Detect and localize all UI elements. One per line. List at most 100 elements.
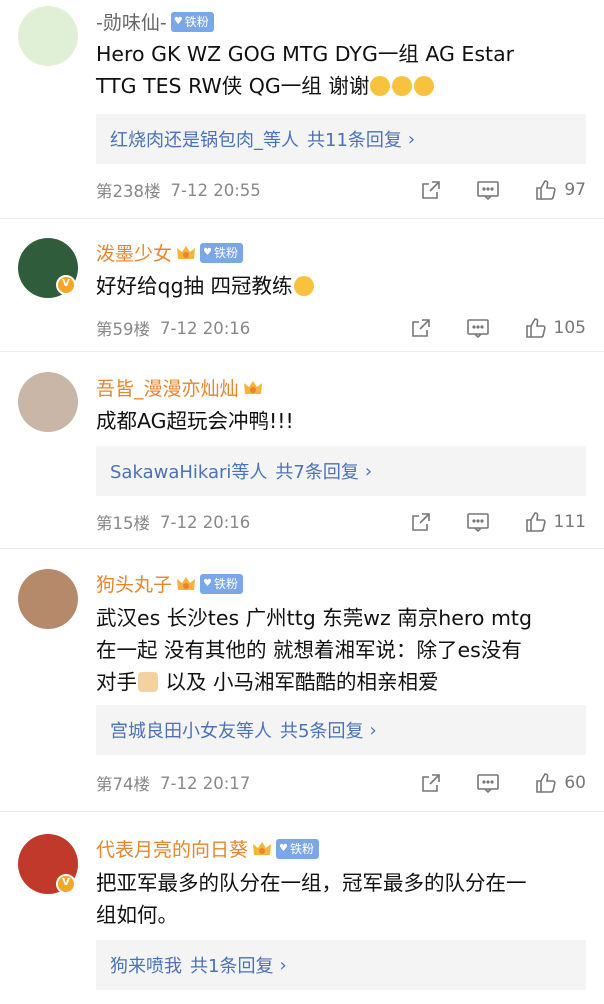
fan-badge: ♥ 铁粉: [200, 242, 243, 263]
comment-item: 狗头丸子 ♥ 铁粉 武汉es 长沙tes 广州ttg 东莞wz 南京hero mt…: [0, 549, 604, 812]
crown-icon: [176, 575, 196, 593]
fan-badge: ♥ 铁粉: [200, 573, 243, 594]
comment-icon: [477, 774, 500, 794]
replies-link[interactable]: 红烧肉还是锅包肉_等人 共11条回复 ›: [96, 114, 586, 164]
comment-icon: [466, 319, 489, 339]
avatar[interactable]: [18, 372, 78, 432]
heart-icon: ♥: [203, 247, 212, 258]
timestamp: 7-12 20:55: [170, 180, 261, 200]
chevron-right-icon: ›: [407, 128, 416, 150]
comment-line: 好好给qg抽 四冠教练: [96, 270, 580, 302]
comment-header: 代表月亮的向日葵 ♥ 铁粉: [96, 835, 319, 862]
like-count: 97: [564, 180, 586, 200]
username[interactable]: 狗头丸子: [96, 570, 172, 597]
thumbs-up-icon: [536, 773, 556, 793]
share-button[interactable]: [420, 179, 442, 201]
avatar[interactable]: [18, 6, 78, 66]
chevron-right-icon: ›: [279, 954, 287, 976]
heart-icon: ♥: [203, 578, 212, 589]
comment-meta: 第59楼 7-12 20:16 105: [96, 313, 586, 343]
chevron-right-icon: ›: [369, 719, 377, 741]
verified-badge-icon: [56, 874, 76, 894]
comment-header: 泼墨少女 ♥ 铁粉: [96, 239, 243, 266]
comment-text: 武汉es 长沙tes 广州ttg 东莞wz 南京hero mtg 在一起 没有其…: [96, 602, 580, 698]
comment-line: Hero GK WZ GOG MTG DYG一组 AG Estar: [96, 42, 515, 66]
fan-badge-label: 铁粉: [184, 15, 209, 29]
floor-number: 第59楼: [96, 320, 150, 339]
replies-link[interactable]: SakawaHikari等人 共7条回复 ›: [96, 446, 586, 496]
comment-text: 把亚军最多的队分在一组，冠军最多的队分在一 组如何。: [96, 867, 580, 931]
verified-badge-icon: [56, 275, 76, 295]
timestamp: 7-12 20:16: [160, 512, 251, 532]
comment-line: 武汉es 长沙tes 广州ttg 东莞wz 南京hero mtg: [96, 606, 532, 630]
share-button[interactable]: [410, 317, 432, 339]
username[interactable]: 代表月亮的向日葵: [96, 835, 248, 862]
timestamp: 7-12 20:16: [160, 318, 251, 338]
floor-number: 第238楼: [96, 182, 161, 201]
comment-line: 在一起 没有其他的 就想着湘军说：除了es没有: [96, 638, 522, 662]
replies-link[interactable]: 宫城良田小女友等人 共5条回复 ›: [96, 705, 586, 755]
thumbs-up-icon: [536, 180, 556, 200]
replies-count: 共5条回复: [280, 721, 364, 742]
timestamp: 7-12 20:17: [160, 773, 251, 793]
share-button[interactable]: [420, 772, 442, 794]
avatar[interactable]: [18, 569, 78, 629]
reply-button[interactable]: [466, 511, 490, 533]
share-button[interactable]: [410, 511, 432, 533]
username[interactable]: 吾皆_漫漫亦灿灿: [96, 374, 239, 401]
chevron-right-icon: ›: [364, 460, 373, 482]
reply-button[interactable]: [476, 179, 500, 201]
laughing-emoji-icon: [293, 276, 314, 296]
heart-icon: ♥: [173, 16, 183, 27]
username[interactable]: 泼墨少女: [96, 239, 172, 266]
crown-icon: [252, 840, 272, 858]
replies-user: 狗来喷我: [110, 956, 182, 977]
scream-emoji-icon: [370, 76, 391, 96]
floor-number: 第15楼: [96, 514, 150, 533]
comment-item: 吾皆_漫漫亦灿灿 成都AG超玩会冲鸭!!! SakawaHikari等人 共7条…: [0, 352, 604, 549]
comment-icon: [477, 181, 500, 201]
share-icon: [411, 513, 430, 531]
like-count: 111: [553, 512, 586, 532]
share-icon: [422, 181, 441, 199]
comment-meta: 第15楼 7-12 20:16 111: [96, 507, 586, 537]
comment-header: 吾皆_漫漫亦灿灿: [96, 374, 263, 401]
comment-item: -勋味仙- ♥ 铁粉 Hero GK WZ GOG MTG DYG一组 AG Es…: [0, 0, 604, 219]
floor-number: 第74楼: [96, 775, 150, 794]
crown-icon: [243, 379, 263, 397]
comment-line-text: TTG TES RW侠 QG一组 谢谢: [96, 74, 370, 98]
cat-emoji-icon: [138, 672, 158, 692]
comment-line: 组如何。: [96, 903, 178, 927]
like-button[interactable]: 105: [524, 316, 586, 340]
comment-header: 狗头丸子 ♥ 铁粉: [96, 570, 243, 597]
crown-icon: [176, 244, 196, 262]
comment-line: 把亚军最多的队分在一组，冠军最多的队分在一: [96, 871, 527, 895]
fan-badge: ♥ 铁粉: [170, 11, 214, 32]
share-icon: [411, 319, 430, 337]
like-count: 105: [553, 318, 586, 338]
comment-text: Hero GK WZ GOG MTG DYG一组 AG Estar TTG TE…: [96, 38, 580, 102]
comment-icon: [466, 513, 489, 533]
comment-line-text: 对手: [96, 670, 137, 694]
replies-count: 共1条回复: [190, 956, 274, 977]
thumbs-up-icon: [525, 318, 546, 338]
thumbs-up-icon: [525, 512, 546, 532]
comment-text: 成都AG超玩会冲鸭!!!: [96, 405, 580, 437]
comment-meta: 第238楼 7-12 20:55 97: [96, 175, 586, 205]
fan-badge-label: 铁粉: [289, 842, 314, 856]
comment-header: -勋味仙- ♥ 铁粉: [96, 8, 214, 35]
comment-line: 成都AG超玩会冲鸭!!!: [96, 409, 294, 433]
username[interactable]: -勋味仙-: [96, 8, 167, 35]
replies-user: 红烧肉还是锅包肉_等人: [110, 130, 299, 151]
comment-item: 泼墨少女 ♥铁粉 好好给qg抽 四冠教练 第59楼 7-12 20:16 105: [0, 219, 604, 352]
reply-button[interactable]: [476, 772, 500, 794]
comment-line: TTG TES RW侠 QG一组 谢谢: [96, 70, 580, 102]
like-button[interactable]: 97: [534, 178, 586, 202]
fan-badge: ♥ 铁粉: [276, 838, 319, 859]
like-count: 60: [564, 773, 586, 793]
scream-emoji-icon: [414, 76, 435, 96]
like-button[interactable]: 111: [524, 510, 586, 534]
reply-button[interactable]: [466, 317, 490, 339]
like-button[interactable]: 60: [534, 771, 586, 795]
replies-link[interactable]: 狗来喷我 共1条回复 ›: [96, 940, 586, 990]
